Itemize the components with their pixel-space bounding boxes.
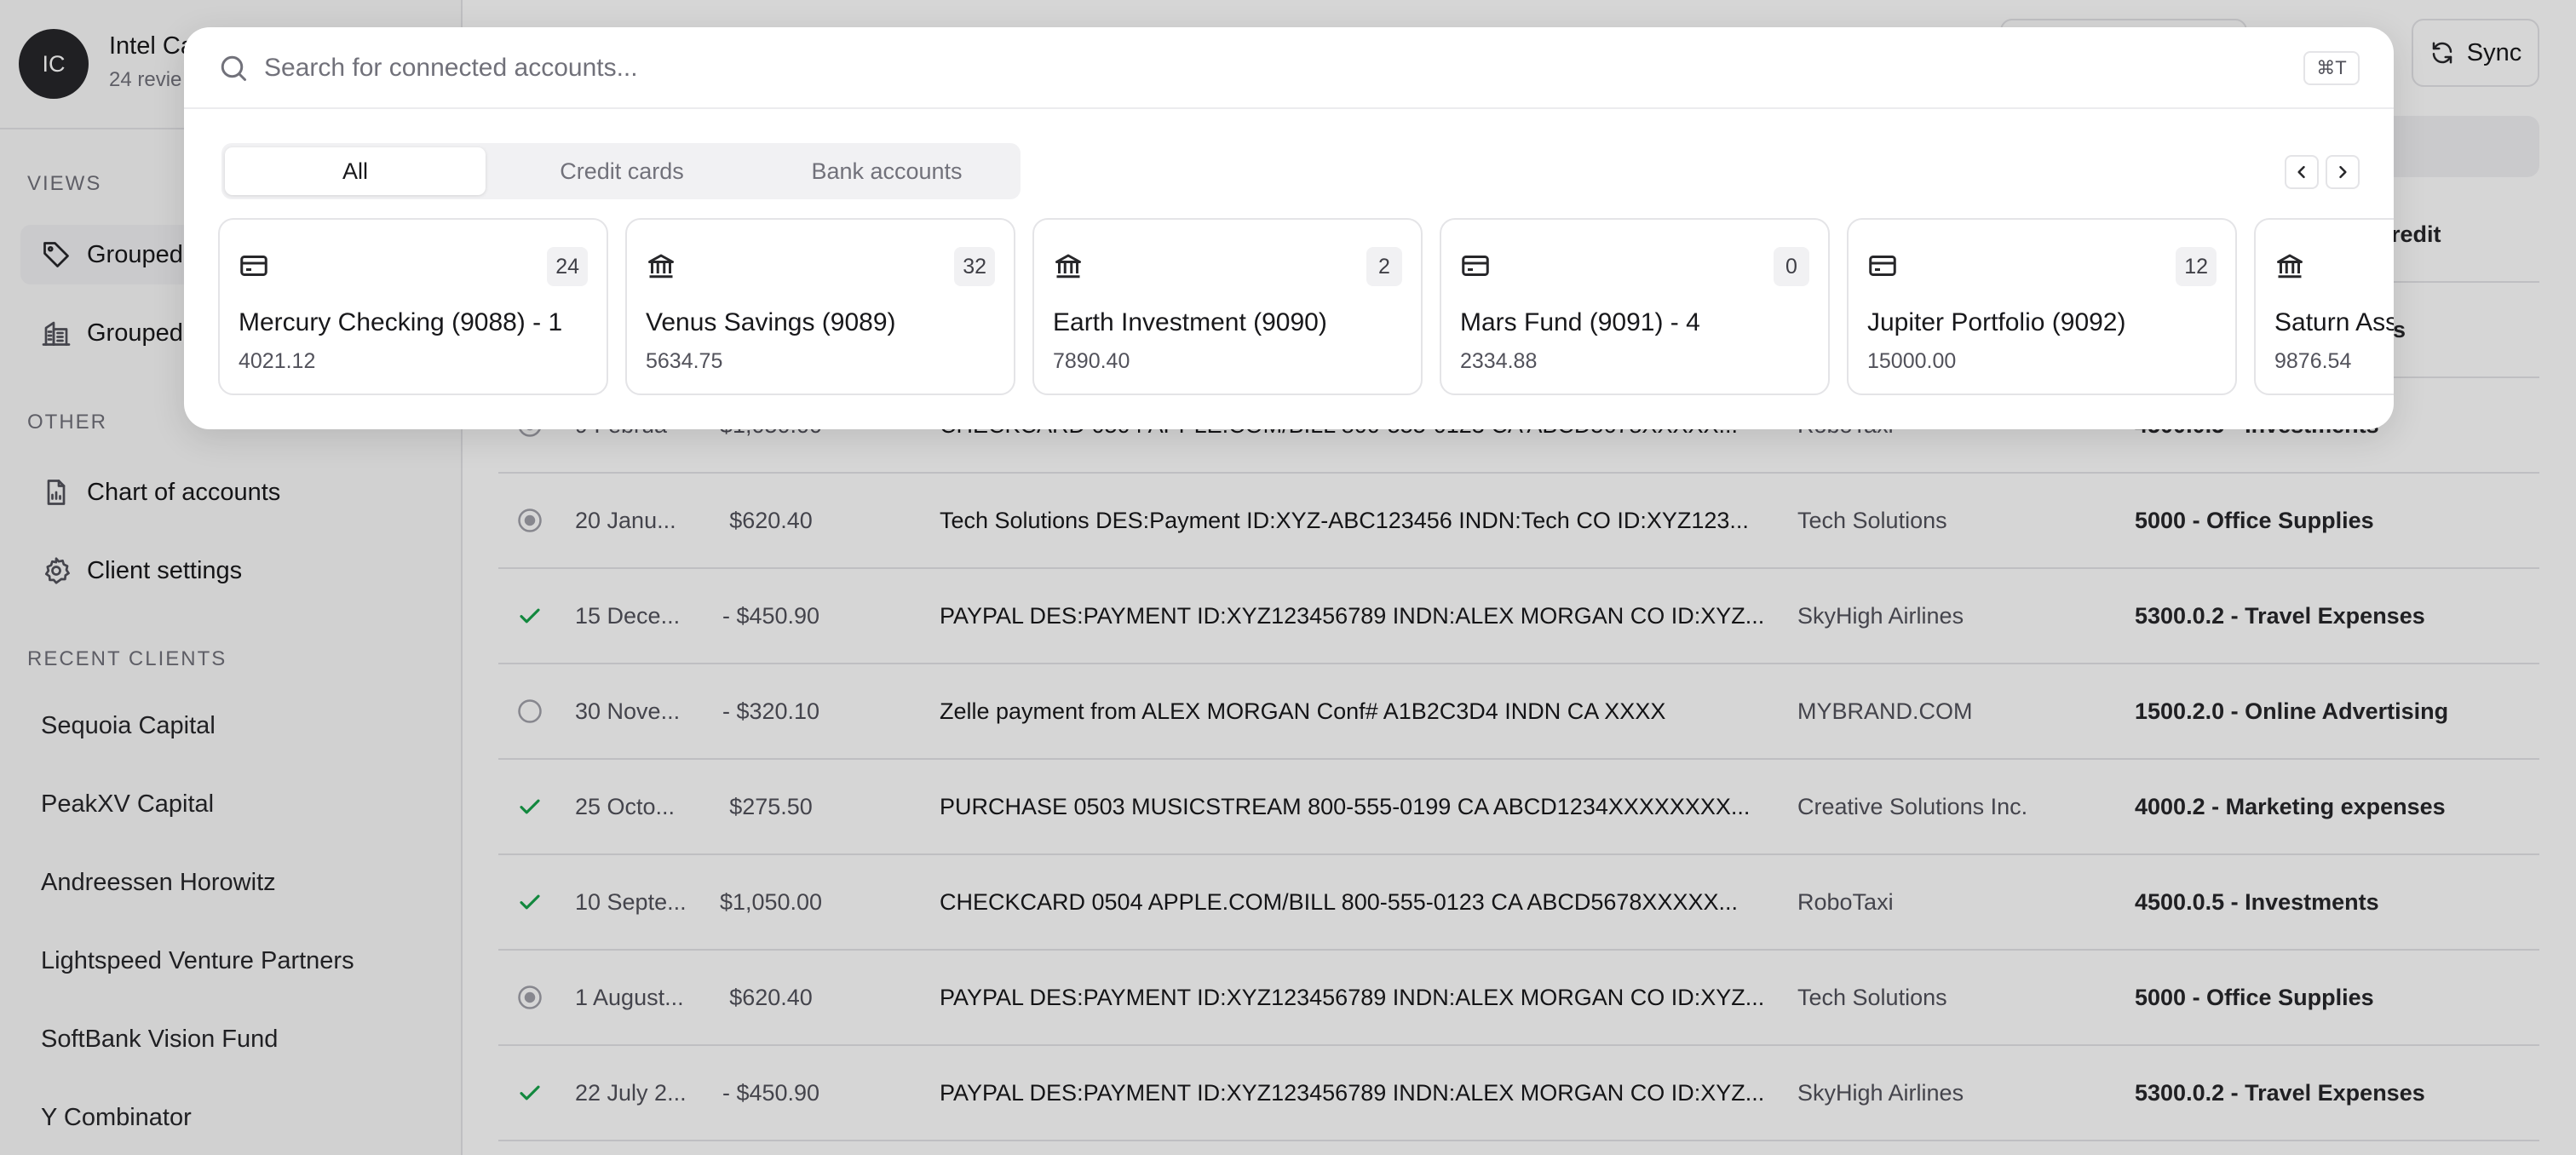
account-type-tabs: All Credit cards Bank accounts xyxy=(221,143,1021,199)
account-balance: 2334.88 xyxy=(1460,349,1538,373)
tab-all[interactable]: All xyxy=(225,147,486,195)
bank-icon xyxy=(1055,254,1081,279)
search-icon xyxy=(221,55,246,81)
account-balance: 15000.00 xyxy=(1867,349,1957,373)
search-input[interactable] xyxy=(264,44,2223,92)
review-count-badge: 24 xyxy=(547,247,588,286)
account-balance: 9876.54 xyxy=(2274,349,2352,373)
account-name: Earth Investment (9090) xyxy=(1053,308,1327,336)
account-balance: 7890.40 xyxy=(1053,349,1130,373)
review-count-badge: 12 xyxy=(2176,247,2217,286)
search-bar: ⌘T xyxy=(184,27,2394,109)
account-name: Saturn Ass xyxy=(2274,308,2394,336)
credit-card-icon xyxy=(1462,256,1489,276)
account-search-modal: ⌘T All Credit cards Bank accounts 24 Mer… xyxy=(184,27,2394,429)
shortcut-hint: ⌘T xyxy=(2303,51,2360,85)
scroll-left-button[interactable] xyxy=(2285,155,2319,189)
chevron-right-icon xyxy=(2339,165,2347,179)
account-name: Venus Savings (9089) xyxy=(646,308,896,336)
account-name: Mars Fund (9091) - 4 xyxy=(1460,308,1700,336)
account-card[interactable]: 2 Earth Investment (9090) 7890.40 xyxy=(1032,218,1423,395)
account-card[interactable]: 0 Mars Fund (9091) - 4 2334.88 xyxy=(1440,218,1830,395)
credit-card-icon xyxy=(240,256,267,276)
tab-credit-cards[interactable]: Credit cards xyxy=(491,147,753,195)
account-balance: 4021.12 xyxy=(239,349,316,373)
credit-card-icon xyxy=(1869,256,1896,276)
account-name: Mercury Checking (9088) - 1 xyxy=(239,308,563,336)
account-card[interactable]: Saturn Ass 9876.54 xyxy=(2254,218,2394,395)
review-count-badge: 32 xyxy=(954,247,995,286)
review-count-badge: 0 xyxy=(1774,247,1809,286)
bank-icon xyxy=(2277,254,2303,279)
review-count-badge: 2 xyxy=(1366,247,1402,286)
account-card[interactable]: 24 Mercury Checking (9088) - 1 4021.12 xyxy=(218,218,608,395)
bank-icon xyxy=(648,254,674,279)
scroll-right-button[interactable] xyxy=(2326,155,2360,189)
account-card[interactable]: 12 Jupiter Portfolio (9092) 15000.00 xyxy=(1847,218,2237,395)
account-balance: 5634.75 xyxy=(646,349,723,373)
chevron-left-icon xyxy=(2297,165,2305,179)
account-card[interactable]: 32 Venus Savings (9089) 5634.75 xyxy=(625,218,1015,395)
account-name: Jupiter Portfolio (9092) xyxy=(1867,308,2126,336)
tab-bank-accounts[interactable]: Bank accounts xyxy=(756,147,1017,195)
